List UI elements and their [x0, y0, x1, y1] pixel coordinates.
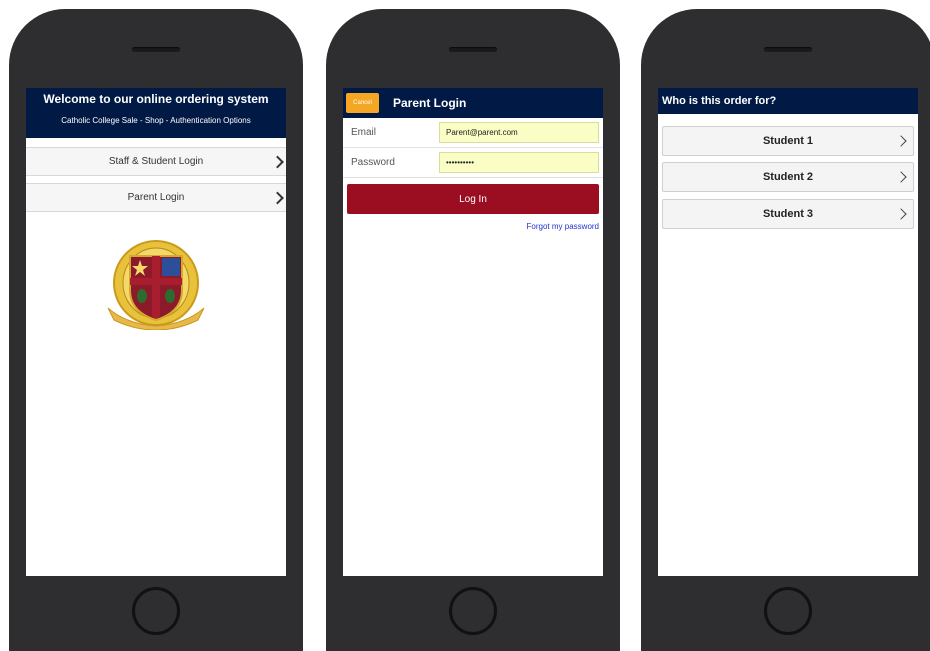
parent-login-label: Parent Login	[127, 192, 185, 203]
student-2-button[interactable]: Student 2	[662, 162, 914, 192]
chevron-right-icon	[895, 135, 907, 147]
forgot-password-link[interactable]: Forgot my password	[527, 222, 599, 231]
student-2-label: Student 2	[762, 171, 814, 183]
phone-speaker	[449, 47, 497, 52]
parent-login-header: Cancel Parent Login	[343, 88, 603, 118]
student-3-label: Student 3	[762, 208, 814, 220]
phone-frame-student-select: Who is this order for? Student 1 Student…	[641, 9, 930, 651]
staff-student-login-button[interactable]: Staff & Student Login	[26, 147, 286, 176]
home-button[interactable]	[764, 587, 812, 635]
welcome-subtitle: Catholic College Sale - Shop - Authentic…	[61, 116, 251, 125]
log-in-button[interactable]: Log In	[347, 184, 599, 214]
password-field[interactable]: ••••••••••	[439, 152, 599, 173]
student-select-screen: Who is this order for? Student 1 Student…	[658, 88, 918, 576]
student-1-button[interactable]: Student 1	[662, 126, 914, 156]
phone-speaker	[132, 47, 180, 52]
student-1-label: Student 1	[762, 135, 814, 147]
welcome-title: Welcome to our online ordering system	[43, 92, 269, 106]
email-label: Email	[351, 127, 377, 138]
home-button[interactable]	[449, 587, 497, 635]
student-3-button[interactable]: Student 3	[662, 199, 914, 229]
chevron-right-icon	[271, 155, 284, 168]
chevron-right-icon	[895, 208, 907, 220]
student-select-title: Who is this order for?	[658, 88, 918, 114]
parent-login-button[interactable]: Parent Login	[26, 183, 286, 212]
chevron-right-icon	[271, 191, 284, 204]
chevron-right-icon	[895, 171, 907, 183]
email-row: Email Parent@parent.com	[343, 118, 603, 148]
welcome-header: Welcome to our online ordering system Ca…	[26, 88, 286, 138]
parent-login-screen: Cancel Parent Login Email Parent@parent.…	[343, 88, 603, 576]
home-button[interactable]	[132, 587, 180, 635]
school-crest-icon	[107, 240, 205, 330]
staff-student-login-label: Staff & Student Login	[108, 156, 204, 167]
phone-frame-welcome: Welcome to our online ordering system Ca…	[9, 9, 303, 651]
cancel-button[interactable]: Cancel	[346, 93, 379, 113]
email-field[interactable]: Parent@parent.com	[439, 122, 599, 143]
phone-frame-parent-login: Cancel Parent Login Email Parent@parent.…	[326, 9, 620, 651]
password-label: Password	[351, 157, 395, 168]
phone-speaker	[764, 47, 812, 52]
welcome-screen: Welcome to our online ordering system Ca…	[26, 88, 286, 576]
parent-login-title: Parent Login	[393, 96, 467, 110]
password-row: Password ••••••••••	[343, 148, 603, 178]
